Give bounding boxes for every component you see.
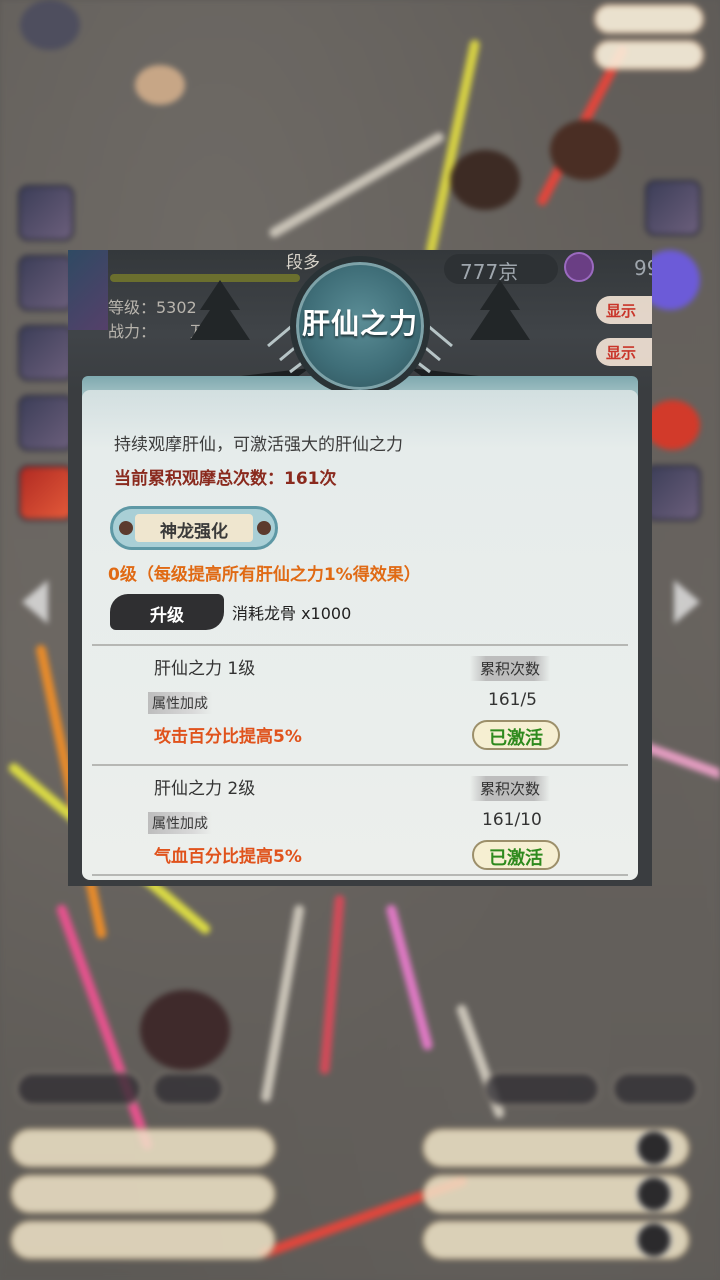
badge-left-dot [119, 521, 133, 535]
description: 持续观摩肝仙，可激活强大的肝仙之力 [114, 435, 403, 455]
attr-label: 属性加成 [148, 812, 212, 834]
chevron-left-icon[interactable] [22, 580, 48, 624]
player-avatar [68, 250, 108, 330]
show-tag-bottom[interactable]: 显示 [596, 338, 652, 366]
level-row: 肝仙之力 2级 属性加成 气血百分比提高5% 累积次数 161/10 已激活 [82, 766, 638, 882]
level-row: 肝仙之力 1级 属性加成 攻击百分比提高5% 累积次数 161/5 已激活 [82, 646, 638, 762]
currency-value-2: 99 [634, 256, 652, 280]
attr-value: 攻击百分比提高5% [154, 727, 302, 747]
row-progress: 161/5 [488, 690, 537, 710]
divider [92, 874, 628, 876]
dragon-enhance-badge: 神龙强化 [110, 506, 278, 550]
player-power-label: 战力： [108, 322, 157, 341]
badge-right-dot [257, 521, 271, 535]
row-title: 肝仙之力 2级 [154, 779, 256, 799]
modal-panel: 持续观摩肝仙，可激活强大的肝仙之力 当前累积观摩总次数：161次 神龙强化 0级… [82, 390, 638, 880]
attr-label: 属性加成 [148, 692, 212, 714]
upgrade-cost: 消耗龙骨 x1000 [232, 604, 352, 623]
upgrade-button[interactable]: 升级 [110, 594, 224, 630]
accum-label: 累积次数 [470, 776, 551, 801]
attr-value: 气血百分比提高5% [154, 847, 302, 867]
gem-icon [564, 252, 594, 282]
show-tag-top[interactable]: 显示 [596, 296, 652, 324]
total-watch-count: 当前累积观摩总次数：161次 [114, 469, 337, 489]
activated-badge: 已激活 [472, 720, 560, 750]
activated-badge: 已激活 [472, 840, 560, 870]
modal-frame: 段多 等级：5302 战力： 万亿 777京 99 显示 显示 肝仙之力 持续观… [68, 250, 652, 886]
row-progress: 161/10 [482, 810, 542, 830]
modal-title: 肝仙之力 [301, 307, 418, 340]
dragon-level-info: 0级（每级提高所有肝仙之力1%得效果） [108, 565, 421, 585]
dragon-enhance-label: 神龙强化 [135, 514, 253, 542]
chevron-right-icon[interactable] [674, 580, 700, 624]
row-title: 肝仙之力 1级 [154, 659, 256, 679]
accum-label: 累积次数 [470, 656, 551, 681]
